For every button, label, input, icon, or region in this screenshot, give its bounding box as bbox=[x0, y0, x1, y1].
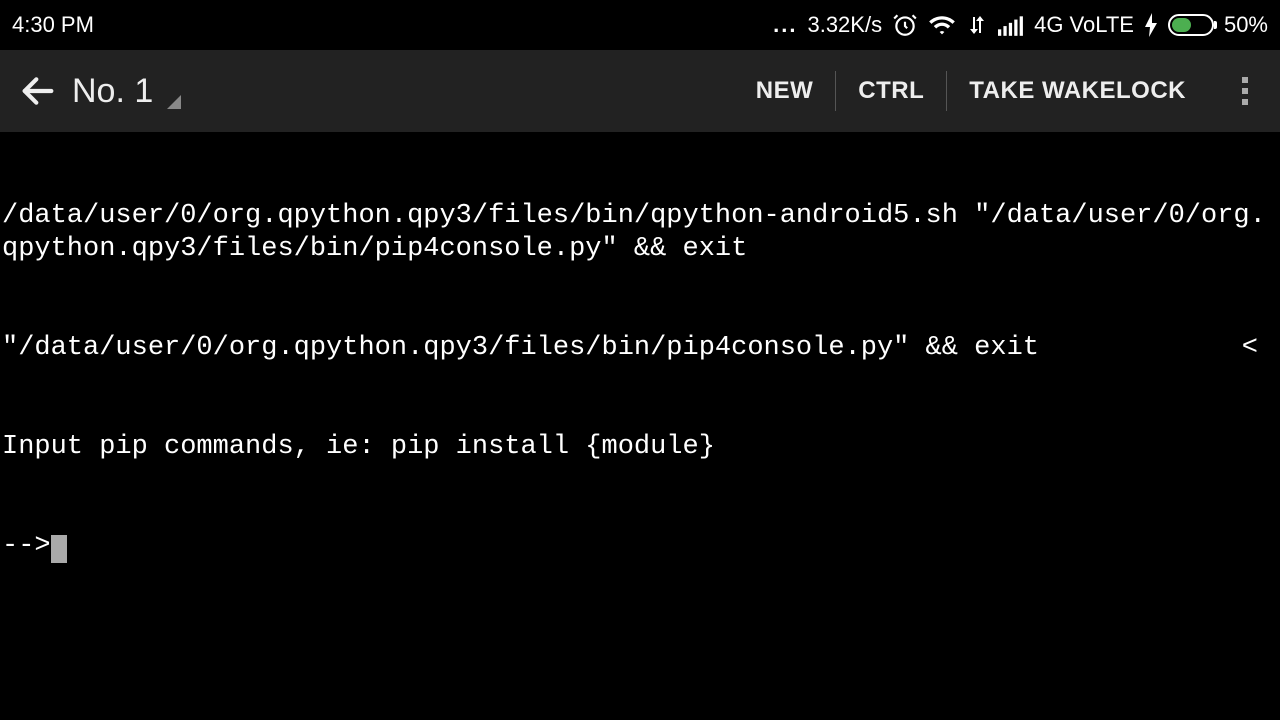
overflow-menu-button[interactable] bbox=[1220, 63, 1270, 119]
network-speed: 3.32K/s bbox=[807, 12, 882, 38]
session-title-label: No. 1 bbox=[72, 72, 153, 110]
terminal-line: /data/user/0/org.qpython.qpy3/files/bin/… bbox=[2, 200, 1278, 266]
arrow-left-icon bbox=[18, 71, 58, 111]
terminal-line: "/data/user/0/org.qpython.qpy3/files/bin… bbox=[2, 332, 1278, 365]
terminal-text: "/data/user/0/org.qpython.qpy3/files/bin… bbox=[2, 332, 1039, 365]
terminal-text: < bbox=[1242, 332, 1278, 365]
wakelock-button[interactable]: TAKE WAKELOCK bbox=[947, 71, 1208, 111]
terminal-line: Input pip commands, ie: pip install {mod… bbox=[2, 431, 1278, 464]
wifi-icon bbox=[928, 13, 956, 37]
overflow-dot-icon bbox=[1242, 88, 1248, 94]
ctrl-button[interactable]: CTRL bbox=[836, 71, 946, 111]
cell-signal-icon bbox=[998, 14, 1024, 36]
alarm-icon bbox=[892, 12, 918, 38]
terminal-cursor bbox=[51, 535, 67, 563]
overflow-dot-icon bbox=[1242, 77, 1248, 83]
session-dropdown[interactable]: No. 1 bbox=[72, 72, 181, 111]
more-icon: ... bbox=[773, 12, 797, 38]
clock-time: 4:30 PM bbox=[12, 12, 94, 38]
terminal-prompt: --> bbox=[2, 531, 51, 561]
battery-icon bbox=[1168, 14, 1214, 36]
new-button[interactable]: NEW bbox=[734, 71, 836, 111]
app-bar: No. 1 NEW CTRL TAKE WAKELOCK bbox=[0, 50, 1280, 132]
data-transfer-icon bbox=[966, 13, 988, 37]
back-button[interactable] bbox=[10, 63, 66, 119]
battery-percent: 50% bbox=[1224, 12, 1268, 38]
status-bar: 4:30 PM ... 3.32K/s 4G VoLTE 50% bbox=[0, 0, 1280, 50]
terminal-output[interactable]: /data/user/0/org.qpython.qpy3/files/bin/… bbox=[0, 132, 1280, 720]
terminal-prompt-line: --> bbox=[2, 530, 1278, 563]
network-type-label: 4G VoLTE bbox=[1034, 12, 1134, 38]
overflow-dot-icon bbox=[1242, 99, 1248, 105]
charging-icon bbox=[1144, 13, 1158, 37]
